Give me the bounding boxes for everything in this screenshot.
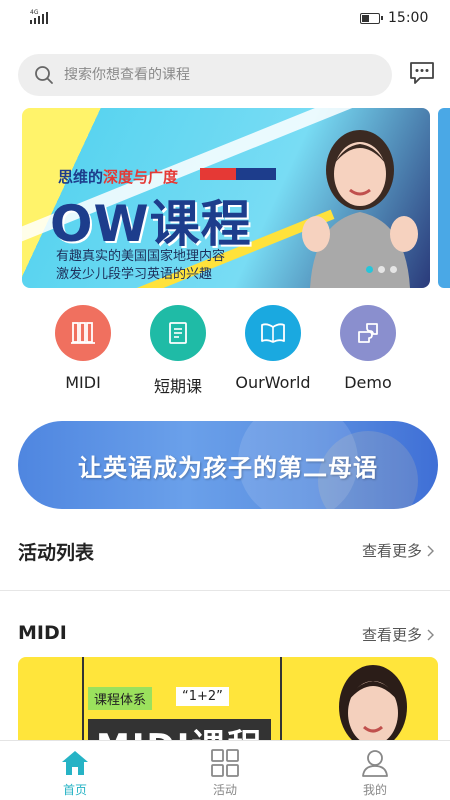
section-title: 活动列表 bbox=[18, 542, 95, 564]
tab-home[interactable]: 首页 bbox=[35, 747, 115, 798]
puzzle-icon bbox=[340, 305, 396, 361]
banner-headline: OW课程 bbox=[50, 195, 252, 253]
next-slide-peek[interactable] bbox=[438, 108, 450, 288]
teacher-photo bbox=[302, 130, 418, 288]
slogan-banner[interactable]: 让英语成为孩子的第二母语 bbox=[18, 421, 438, 509]
signal-icon: 4G bbox=[30, 9, 48, 24]
slogan-text: 让英语成为孩子的第二母语 bbox=[78, 453, 378, 482]
category-midi[interactable]: MIDI bbox=[38, 305, 128, 392]
category-demo[interactable]: Demo bbox=[323, 305, 413, 392]
search-input[interactable] bbox=[64, 67, 354, 83]
network-type: 4G bbox=[30, 9, 39, 16]
chevron-right-icon bbox=[427, 545, 434, 556]
tab-label: 活动 bbox=[212, 783, 237, 797]
category-label: 短期课 bbox=[153, 377, 202, 396]
search-bar[interactable] bbox=[18, 54, 392, 96]
course-tag: 课程体系 bbox=[88, 687, 153, 710]
tab-profile[interactable]: 我的 bbox=[335, 747, 415, 798]
tab-label: 我的 bbox=[362, 783, 387, 797]
category-label: Demo bbox=[344, 373, 392, 392]
user-icon bbox=[335, 747, 415, 779]
grid-icon bbox=[185, 747, 265, 779]
activities-section-header: 活动列表 查看更多 bbox=[0, 530, 450, 570]
midi-section-header: MIDI 查看更多 bbox=[0, 614, 450, 654]
category-short-course[interactable]: 短期课 bbox=[133, 305, 223, 397]
course-tag: “1+2” bbox=[176, 687, 229, 706]
view-more-link[interactable]: 查看更多 bbox=[362, 540, 434, 561]
category-label: MIDI bbox=[65, 373, 101, 392]
search-icon bbox=[35, 66, 53, 84]
section-title: MIDI bbox=[18, 622, 67, 644]
status-bar: 4G 15:00 bbox=[0, 0, 450, 38]
banner-description: 有趣真实的美国国家地理内容 激发少儿段学习英语的兴趣 bbox=[56, 249, 226, 282]
battery-icon bbox=[360, 13, 383, 24]
clock: 15:00 bbox=[388, 10, 429, 26]
tab-activities[interactable]: 活动 bbox=[185, 747, 265, 798]
midi-course-card[interactable]: 课程体系 “1+2” MIDI课程 bbox=[18, 657, 438, 747]
view-more-link[interactable]: 查看更多 bbox=[362, 624, 434, 645]
bottom-tab-bar: 首页 活动 我的 bbox=[0, 740, 450, 800]
home-icon bbox=[35, 747, 115, 779]
promo-carousel[interactable]: 思维的深度与广度 OW课程 有趣真实的美国国家地理内容 激发少儿段学习英语的兴趣 bbox=[22, 108, 430, 288]
chevron-right-icon bbox=[427, 629, 434, 640]
books-icon bbox=[55, 305, 111, 361]
category-ourworld[interactable]: OurWorld bbox=[228, 305, 318, 392]
carousel-indicator bbox=[366, 266, 397, 273]
divider bbox=[0, 590, 450, 591]
document-icon bbox=[150, 305, 206, 361]
open-book-icon bbox=[245, 305, 301, 361]
category-label: OurWorld bbox=[235, 373, 311, 392]
message-icon[interactable] bbox=[408, 60, 436, 86]
tab-label: 首页 bbox=[62, 783, 87, 797]
teacher-photo bbox=[339, 665, 407, 747]
category-row: MIDI 短期课 OurWorld Demo bbox=[0, 305, 450, 397]
